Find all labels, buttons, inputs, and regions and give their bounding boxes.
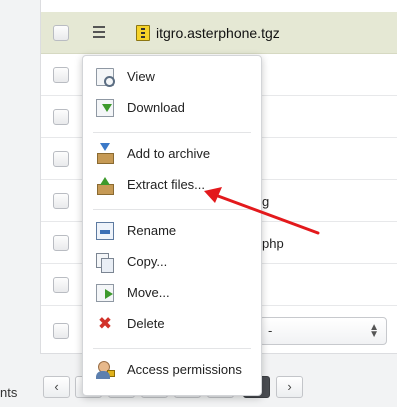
row-checkbox[interactable]: [53, 25, 69, 41]
file-name-partial[interactable]: php: [262, 236, 284, 251]
pager-next-button[interactable]: ›: [276, 376, 303, 398]
view-icon: [96, 68, 115, 87]
file-name[interactable]: itgro.asterphone.tgz: [156, 25, 280, 41]
row-checkbox[interactable]: [53, 235, 69, 251]
menu-separator: [93, 132, 251, 133]
row-checkbox[interactable]: [53, 67, 69, 83]
menu-item-extract-files[interactable]: Extract files...: [83, 172, 261, 198]
bulk-action-value: -: [268, 323, 273, 338]
select-arrows-icon: ▲ ▼: [369, 322, 379, 340]
table-row-selected[interactable]: itgro.asterphone.tgz: [41, 12, 397, 54]
menu-item-label: Copy...: [127, 254, 168, 269]
menu-item-label: Add to archive: [127, 146, 211, 161]
move-icon: [96, 284, 114, 302]
download-icon: [96, 99, 114, 117]
row-checkbox[interactable]: [53, 109, 69, 125]
menu-item-add-to-archive[interactable]: Add to archive: [83, 141, 261, 167]
menu-item-label: Access permissions: [127, 362, 242, 377]
menu-item-copy[interactable]: Copy...: [83, 249, 261, 275]
extract-files-icon: [96, 176, 114, 195]
menu-item-move[interactable]: Move...: [83, 280, 261, 306]
copy-icon: [96, 253, 114, 273]
menu-item-access-permissions[interactable]: Access permissions: [83, 357, 261, 383]
add-to-archive-icon: [96, 143, 114, 164]
menu-item-label: Download: [127, 100, 185, 115]
menu-separator: [93, 348, 251, 349]
bulk-action-select[interactable]: - ▲ ▼: [259, 317, 387, 345]
row-checkbox[interactable]: [53, 277, 69, 293]
menu-item-download[interactable]: Download: [83, 95, 261, 121]
pager-prev-button[interactable]: ‹: [43, 376, 70, 398]
context-menu: View Download Add to archive Extract fil…: [82, 55, 262, 396]
menu-item-label: View: [127, 69, 155, 84]
select-all-checkbox[interactable]: [53, 323, 69, 339]
row-checkbox[interactable]: [53, 193, 69, 209]
row-checkbox[interactable]: [53, 151, 69, 167]
menu-item-label: Delete: [127, 316, 165, 331]
footer-label: nts: [0, 385, 18, 400]
rename-icon: [96, 222, 114, 240]
file-name-partial[interactable]: g: [262, 194, 269, 209]
row-menu-icon[interactable]: [93, 26, 105, 38]
delete-icon: ✖: [97, 314, 113, 333]
menu-item-view[interactable]: View: [83, 64, 261, 90]
archive-file-icon: [136, 25, 150, 41]
menu-item-label: Extract files...: [127, 177, 206, 192]
menu-item-rename[interactable]: Rename: [83, 218, 261, 244]
access-permissions-icon: [96, 361, 115, 379]
menu-item-label: Move...: [127, 285, 170, 300]
menu-separator: [93, 209, 251, 210]
menu-item-delete[interactable]: ✖ Delete: [83, 311, 261, 337]
menu-item-label: Rename: [127, 223, 177, 238]
